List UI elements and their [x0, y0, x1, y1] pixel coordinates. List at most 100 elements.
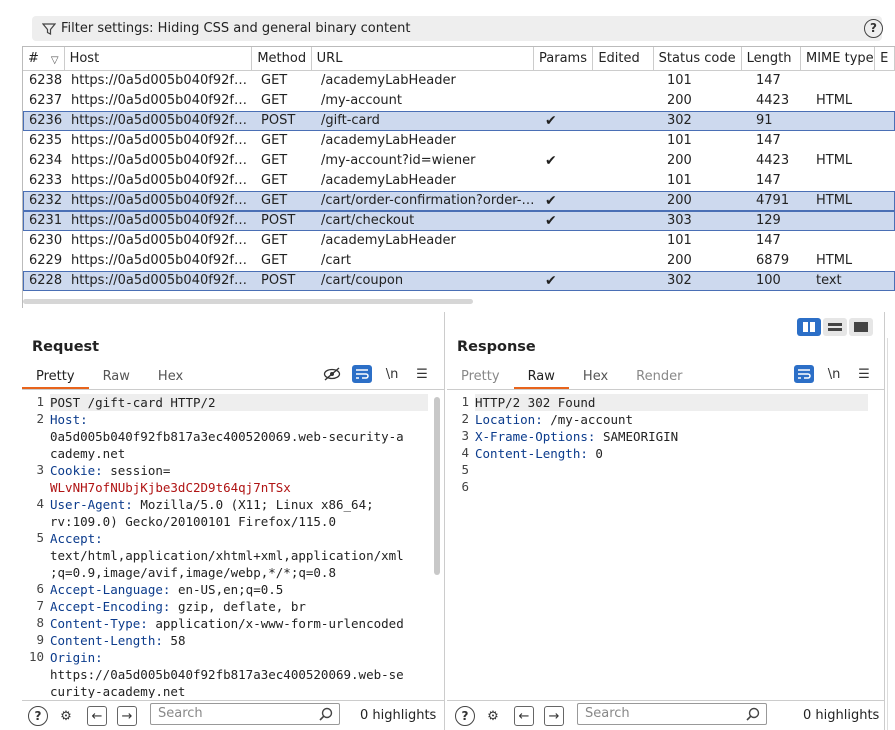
- table-row[interactable]: 6232 https://0a5d005b040f92fb81... GET/car…: [23, 191, 895, 211]
- search-placeholder: Search: [585, 706, 630, 721]
- request-vertical-scrollbar[interactable]: [434, 397, 440, 575]
- hide-nonprintable-button[interactable]: [322, 365, 342, 383]
- show-newlines-button[interactable]: \n: [382, 365, 402, 383]
- cell-number: 6233: [29, 173, 63, 188]
- cell-mime: [810, 231, 885, 251]
- header-col-mime-type[interactable]: MIME type: [801, 47, 876, 71]
- request-editor[interactable]: 1 POST /gift-card HTTP/2 2 Host: 0a5d005b040…: [22, 392, 432, 698]
- cell-edited: [600, 91, 661, 111]
- header-col-number[interactable]: # ▽: [23, 47, 65, 71]
- header-col-host[interactable]: Host: [65, 47, 253, 71]
- cell-length: 147: [756, 73, 781, 88]
- code-line: Accept-Language: en-US,en;q=0.5: [50, 581, 428, 598]
- cell-params: [540, 91, 600, 111]
- cell-edited: [600, 111, 661, 131]
- line-number: 1: [36, 394, 44, 409]
- previous-arrow-icon[interactable]: ←: [87, 706, 107, 726]
- help-icon: ?: [864, 19, 883, 38]
- cell-status: 200: [667, 153, 692, 168]
- settings-gear-icon[interactable]: ⚙: [483, 706, 503, 726]
- cell-edited: [600, 71, 661, 91]
- cell-host: https://0a5d005b040f92fb81...: [71, 253, 255, 268]
- cell-url: /cart/checkout: [321, 213, 415, 228]
- sort-descending-icon: ▽: [50, 55, 59, 66]
- header-key: Accept-Language:: [50, 582, 171, 597]
- request-tab-pretty[interactable]: Pretty: [22, 365, 89, 389]
- cell-url: /cart/order-confirmation?order-co...: [321, 193, 540, 208]
- cell-status: 303: [667, 213, 692, 228]
- horizontal-scrollbar[interactable]: [23, 299, 473, 304]
- filter-bar[interactable]: Filter settings: Hiding CSS and general …: [32, 16, 882, 41]
- cell-edited: [600, 131, 661, 151]
- table-header: # ▽ Host Method URL Params Edited Status code Le…: [23, 47, 895, 71]
- header-col-edited[interactable]: Edited: [593, 47, 654, 71]
- code-line: POST /gift-card HTTP/2: [50, 394, 428, 411]
- table-row[interactable]: 6238 https://0a5d005b040f92fb81... GET/aca…: [23, 71, 895, 91]
- help-icon[interactable]: ?: [455, 706, 475, 726]
- code-line: Host:: [50, 411, 428, 428]
- help-icon[interactable]: ?: [28, 706, 48, 726]
- show-newlines-button[interactable]: \n: [824, 365, 844, 383]
- request-tab-raw[interactable]: Raw: [89, 365, 144, 389]
- cell-method: POST: [261, 213, 296, 228]
- wrap-lines-button[interactable]: [794, 365, 814, 383]
- cell-method: GET: [261, 93, 288, 108]
- line-number: 4: [36, 496, 44, 511]
- next-arrow-icon[interactable]: →: [544, 706, 564, 726]
- cell-edited: [600, 231, 661, 251]
- table-row[interactable]: 6236 https://0a5d005b040f92fb81... POST/gi…: [23, 111, 895, 131]
- cell-params: [540, 171, 600, 191]
- wrap-lines-button[interactable]: [352, 365, 372, 383]
- cell-mime: HTML: [816, 153, 853, 168]
- cell-number: 6236: [29, 113, 63, 128]
- table-row[interactable]: 6233 https://0a5d005b040f92fb81... GET/aca…: [23, 171, 895, 191]
- cell-host: https://0a5d005b040f92fb81...: [71, 233, 255, 248]
- help-button[interactable]: ?: [864, 19, 883, 38]
- response-tab-pretty[interactable]: Pretty: [447, 365, 514, 389]
- line-number: 4: [461, 445, 469, 460]
- table-row[interactable]: 6229 https://0a5d005b040f92fb81... GET/car…: [23, 251, 895, 271]
- header-value: /my-account: [542, 412, 634, 427]
- line-number: 1: [461, 394, 469, 409]
- table-row[interactable]: 6237 https://0a5d005b040f92fb81... GET/my-…: [23, 91, 895, 111]
- cell-mime: [810, 171, 885, 191]
- menu-button[interactable]: ☰: [412, 365, 432, 383]
- http-history-table[interactable]: # ▽ Host Method URL Params Edited Status code Le…: [22, 46, 895, 308]
- table-row[interactable]: 6230 https://0a5d005b040f92fb81... GET/aca…: [23, 231, 895, 251]
- header-key: Content-Length:: [475, 446, 588, 461]
- header-col-length[interactable]: Length: [742, 47, 801, 71]
- previous-arrow-icon[interactable]: ←: [514, 706, 534, 726]
- cell-number: 6238: [29, 73, 63, 88]
- next-arrow-icon[interactable]: →: [117, 706, 137, 726]
- request-search-input[interactable]: Search: [150, 703, 340, 725]
- request-tab-hex[interactable]: Hex: [144, 365, 197, 389]
- cell-params: ✔: [545, 153, 557, 169]
- cell-number: 6235: [29, 133, 63, 148]
- header-value: Mozilla/5.0 (X11; Linux x86_64;: [132, 497, 374, 512]
- header-col-extension[interactable]: E: [875, 47, 895, 71]
- response-tab-render[interactable]: Render: [622, 365, 696, 389]
- response-search-input[interactable]: Search: [577, 703, 767, 725]
- table-row[interactable]: 6228 https://0a5d005b040f92fb81... POST/ca…: [23, 271, 895, 291]
- cell-method: GET: [261, 153, 288, 168]
- table-row[interactable]: 6234 https://0a5d005b040f92fb81... GET/my-…: [23, 151, 895, 171]
- cell-mime: HTML: [816, 93, 853, 108]
- response-tab-raw[interactable]: Raw: [513, 365, 569, 389]
- table-row[interactable]: 6231 https://0a5d005b040f92fb81... POST/ca…: [23, 211, 895, 231]
- response-bottom-bar: ? ⚙ ← → Search 0 highlights: [447, 700, 884, 730]
- cell-url: /cart: [321, 253, 351, 268]
- cell-url: /my-account: [321, 93, 402, 108]
- header-col-url[interactable]: URL: [312, 47, 534, 71]
- response-editor[interactable]: 1 HTTP/2 302 Found 2 Location: /my-account 3…: [447, 392, 872, 698]
- menu-button[interactable]: ☰: [854, 365, 874, 383]
- settings-gear-icon[interactable]: ⚙: [56, 706, 76, 726]
- table-row[interactable]: 6235 https://0a5d005b040f92fb81... GET/aca…: [23, 131, 895, 151]
- cell-status: 200: [667, 93, 692, 108]
- header-col-method[interactable]: Method: [252, 47, 312, 71]
- response-tab-hex[interactable]: Hex: [569, 365, 622, 389]
- cell-number: 6231: [29, 213, 63, 228]
- header-col-params[interactable]: Params: [534, 47, 594, 71]
- code-line-continuation: rv:109.0) Gecko/20100101 Firefox/115.0: [50, 514, 336, 529]
- header-col-status-code[interactable]: Status code: [654, 47, 742, 71]
- cell-status: 101: [667, 233, 692, 248]
